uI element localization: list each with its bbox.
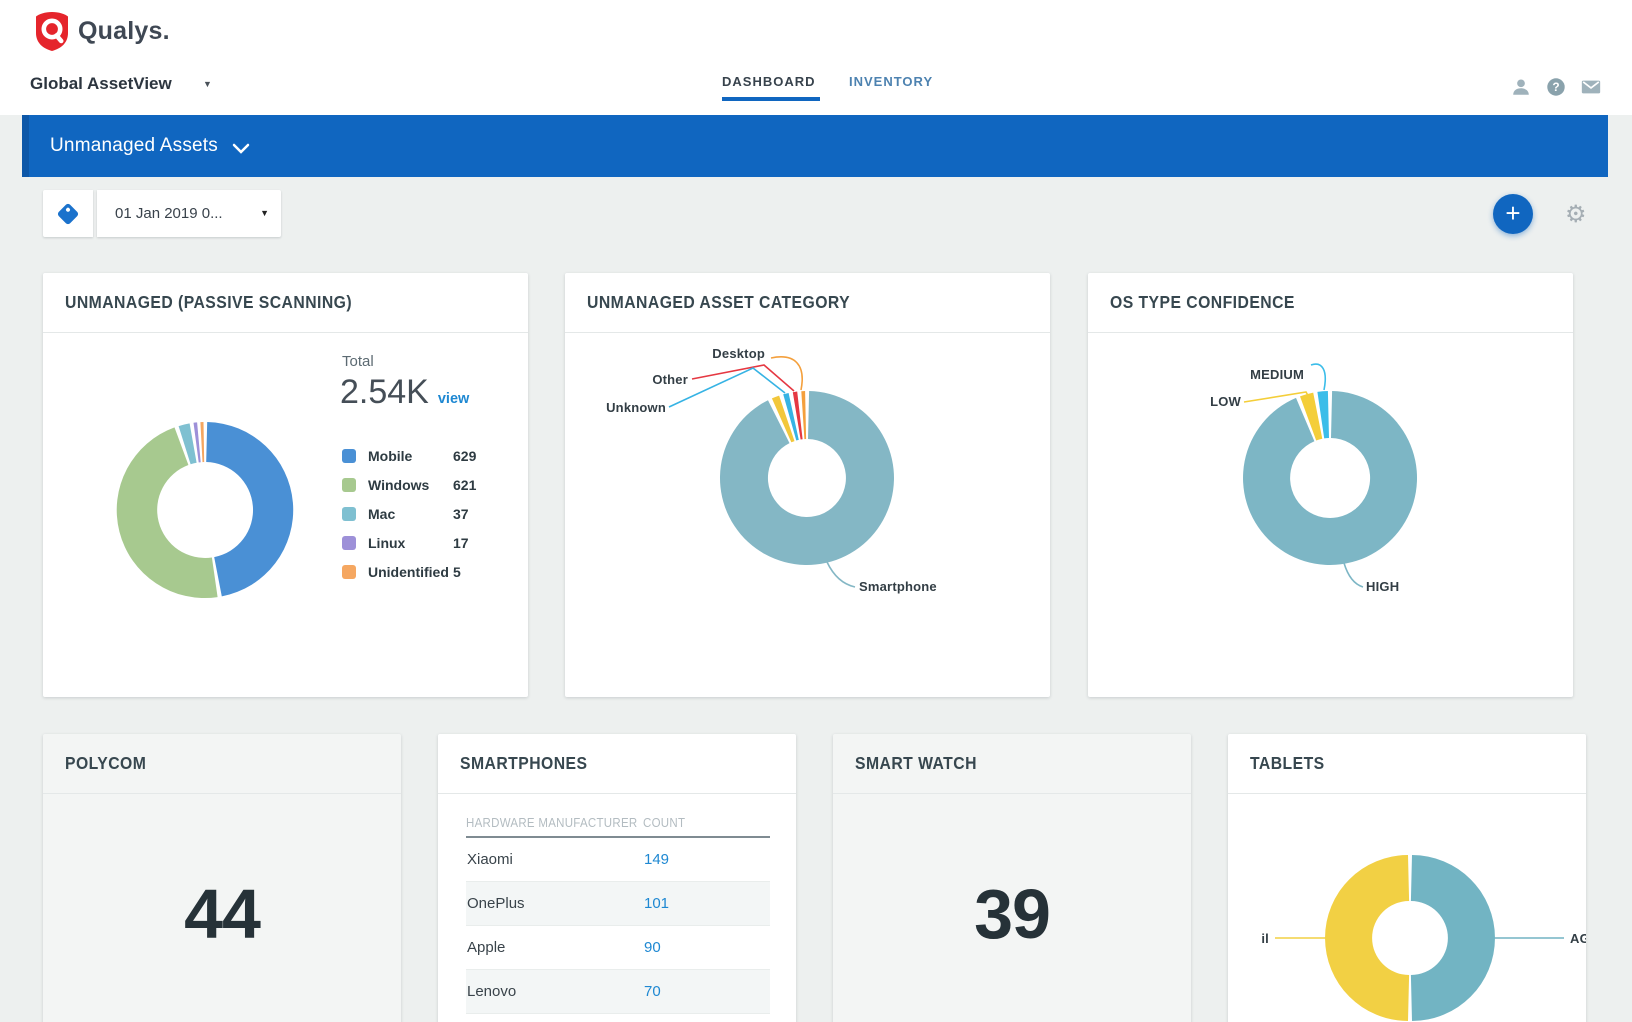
header-icon-group: ? — [1510, 76, 1602, 98]
tag-filter-button[interactable] — [43, 190, 93, 237]
donut-label: Smartphone — [859, 579, 937, 594]
smartphones-table: HARDWARE MANUFACTURER COUNT Xiaomi 149 O… — [466, 810, 770, 1014]
donut-label: HIGH — [1366, 579, 1399, 594]
date-filter-dropdown[interactable]: 01 Jan 2019 0... ▼ — [97, 190, 281, 237]
module-switcher[interactable]: Global AssetView — [30, 74, 172, 94]
legend-item: Unidentified 5 — [342, 557, 492, 586]
label-leader-line — [827, 562, 855, 587]
total-label: Total — [342, 353, 374, 370]
count-link[interactable]: 101 — [644, 895, 669, 912]
card-title: OS TYPE CONFIDENCE — [1110, 292, 1295, 313]
card-title: SMART WATCH — [855, 753, 977, 774]
dashboard-banner: Unmanaged Assets — [22, 115, 1608, 177]
legend-swatch — [342, 449, 356, 463]
gear-icon[interactable]: ⚙ — [1565, 200, 1587, 229]
brand-wordmark: Qualys. — [78, 17, 170, 46]
donut-slice-high[interactable] — [1243, 391, 1417, 565]
legend-item: Windows 621 — [342, 470, 492, 499]
donut-slice-mobile[interactable] — [206, 422, 293, 596]
card-title: TABLETS — [1250, 753, 1325, 774]
legend-swatch — [342, 536, 356, 550]
count-link[interactable]: 70 — [644, 983, 661, 1000]
dashboard-selector[interactable]: Unmanaged Assets — [50, 135, 218, 157]
card-title: UNMANAGED (PASSIVE SCANNING) — [65, 292, 352, 313]
caret-down-icon: ▼ — [260, 208, 269, 218]
donut-slice-il[interactable] — [1325, 855, 1409, 1021]
svg-text:?: ? — [1552, 80, 1559, 94]
chevron-down-icon[interactable] — [232, 143, 250, 154]
table-row: OnePlus 101 — [466, 882, 770, 926]
card-title: UNMANAGED ASSET CATEGORY — [587, 292, 850, 313]
chart-legend: Mobile 629 Windows 621 Mac 37 Linux 17 U… — [342, 441, 492, 586]
qualys-logo-icon — [34, 11, 70, 51]
column-header-manufacturer: HARDWARE MANUFACTURER — [466, 816, 643, 830]
count-link[interactable]: 90 — [644, 939, 661, 956]
tab-inventory[interactable]: INVENTORY — [849, 74, 933, 89]
qualys-dashboard-page: Qualys. Global AssetView ▼ DASHBOARD INV… — [0, 0, 1632, 1022]
smart-watch-count-value[interactable]: 39 — [833, 874, 1191, 954]
mail-icon[interactable] — [1580, 76, 1602, 98]
card-tablets: TABLETS il AGS — [1228, 734, 1586, 1022]
view-link[interactable]: view — [438, 391, 469, 407]
total-value: 2.54K — [340, 373, 429, 412]
donut-slice-smartphone[interactable] — [720, 391, 894, 565]
column-header-count: COUNT — [643, 816, 689, 830]
donut-label: Other — [652, 372, 688, 387]
module-caret-icon[interactable]: ▼ — [203, 79, 212, 89]
card-title: POLYCOM — [65, 753, 146, 774]
card-title: SMARTPHONES — [460, 753, 587, 774]
user-icon[interactable] — [1510, 76, 1532, 98]
top-header: Qualys. Global AssetView ▼ DASHBOARD INV… — [0, 0, 1632, 115]
add-widget-button[interactable]: + — [1493, 194, 1533, 234]
donut-slice-ags[interactable] — [1411, 855, 1495, 1021]
label-leader-line — [692, 365, 794, 391]
legend-item: Mac 37 — [342, 499, 492, 528]
table-row: Xiaomi 149 — [466, 838, 770, 882]
donut-label: AGS — [1570, 931, 1586, 946]
polycom-count-value[interactable]: 44 — [43, 874, 401, 954]
table-row: Apple 90 — [466, 926, 770, 970]
card-polycom: POLYCOM 44 — [43, 734, 401, 1022]
legend-item: Linux 17 — [342, 528, 492, 557]
card-os-confidence: OS TYPE CONFIDENCE MEDIUM LOW HIGH — [1088, 273, 1573, 697]
donut-label: LOW — [1210, 394, 1241, 409]
plus-icon: + — [1505, 200, 1520, 226]
donut-label: Desktop — [712, 346, 765, 361]
label-leader-line — [771, 357, 802, 390]
donut-slice-desktop[interactable] — [801, 391, 806, 439]
card-smartphones: SMARTPHONES HARDWARE MANUFACTURER COUNT … — [438, 734, 796, 1022]
donut-slice-unidentified[interactable] — [200, 422, 204, 462]
active-tab-underline — [722, 97, 820, 101]
label-leader-line — [1344, 563, 1363, 587]
label-leader-line — [1311, 364, 1325, 390]
label-leader-line — [1244, 392, 1310, 402]
donut-label: Unknown — [606, 400, 666, 415]
legend-swatch — [342, 565, 356, 579]
donut-label: MEDIUM — [1250, 367, 1304, 382]
legend-swatch — [342, 478, 356, 492]
card-unmanaged-passive: UNMANAGED (PASSIVE SCANNING) Total 2.54K… — [43, 273, 528, 697]
card-smart-watch: SMART WATCH 39 — [833, 734, 1191, 1022]
card-asset-category: UNMANAGED ASSET CATEGORY Desktop Other Unk… — [565, 273, 1050, 697]
legend-item: Mobile 629 — [342, 441, 492, 470]
table-header-row: HARDWARE MANUFACTURER COUNT — [466, 810, 770, 838]
asset-category-donut-chart: Desktop Other Unknown Smartphone — [565, 273, 1050, 697]
tab-dashboard[interactable]: DASHBOARD — [722, 74, 816, 89]
os-confidence-donut-chart: MEDIUM LOW HIGH — [1088, 273, 1573, 697]
donut-label: il — [1261, 931, 1269, 946]
help-icon[interactable]: ? — [1545, 76, 1567, 98]
table-row: Lenovo 70 — [466, 970, 770, 1014]
legend-swatch — [342, 507, 356, 521]
count-link[interactable]: 149 — [644, 851, 669, 868]
date-filter-value: 01 Jan 2019 0... — [115, 205, 223, 222]
tag-icon — [57, 202, 80, 225]
